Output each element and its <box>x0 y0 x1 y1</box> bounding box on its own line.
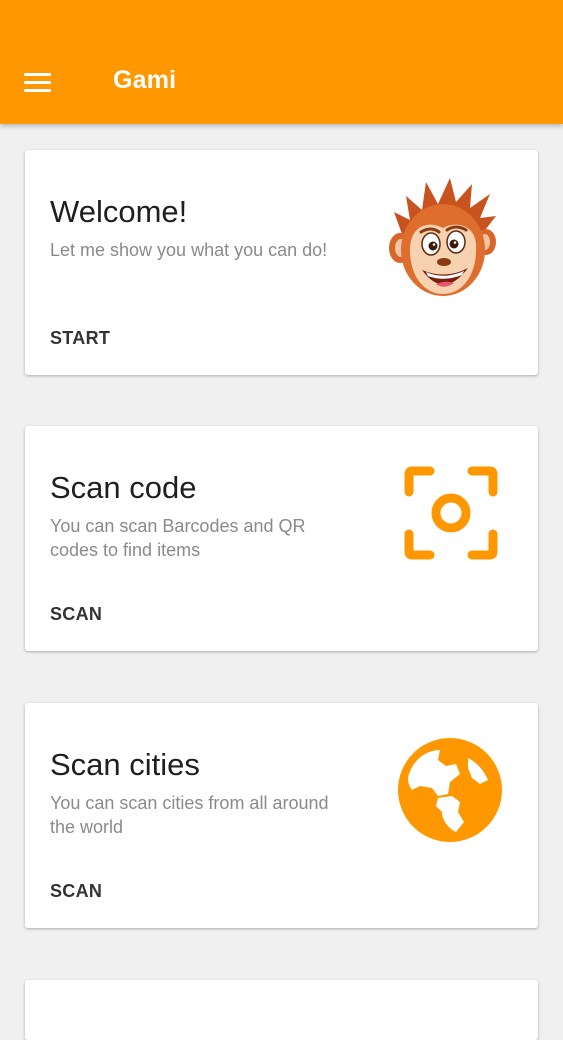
list-item <box>25 980 538 1040</box>
scan-code-button[interactable]: SCAN <box>50 604 102 625</box>
app-bar: Gami <box>0 0 563 124</box>
globe-icon <box>398 738 502 847</box>
welcome-card: Welcome! Let me show you what you can do… <box>25 150 538 375</box>
scan-cities-card: Scan cities You can scan cities from all… <box>25 703 538 928</box>
start-button[interactable]: START <box>50 328 110 349</box>
app-title: Gami <box>113 66 177 94</box>
card-description: Let me show you what you can do! <box>50 240 328 260</box>
scan-frame-icon <box>404 466 498 565</box>
card-title: Scan code <box>50 470 197 505</box>
card-title: Scan cities <box>50 747 200 782</box>
scan-code-card: Scan code You can scan Barcodes and QR c… <box>25 426 538 651</box>
monkey-mascot-icon <box>388 176 500 306</box>
card-description: You can scan Barcodes and QR codes to fi… <box>50 516 306 560</box>
scan-cities-button[interactable]: SCAN <box>50 881 102 902</box>
card-description: You can scan cities from all around the … <box>50 793 329 837</box>
menu-button[interactable] <box>14 60 60 104</box>
card-title: Welcome! <box>50 194 188 229</box>
